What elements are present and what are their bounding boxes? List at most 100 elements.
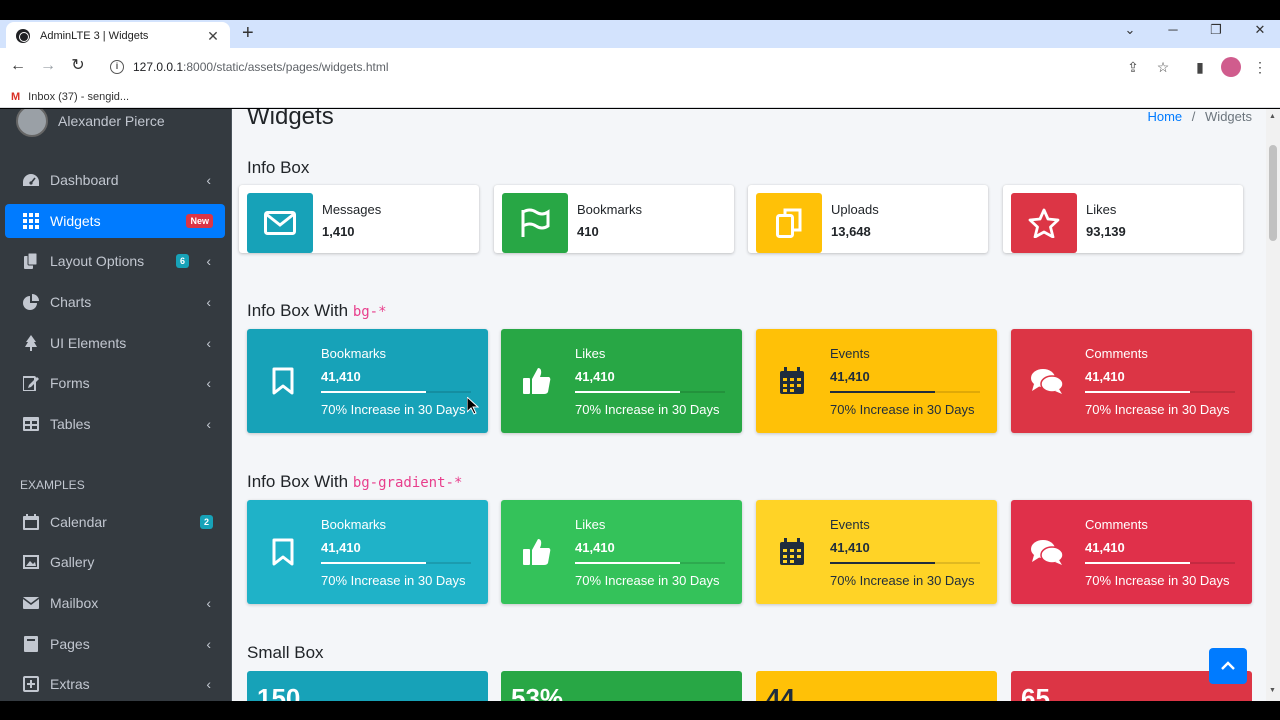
progress-bar xyxy=(575,562,725,564)
tachometer-icon xyxy=(21,172,41,188)
sidebar-item-forms[interactable]: Forms ‹ xyxy=(5,366,225,400)
top-black-bar xyxy=(0,0,1280,20)
info-box-colored: Bookmarks 41,410 70% Increase in 30 Days xyxy=(247,500,488,604)
forward-icon[interactable]: → xyxy=(38,56,58,76)
progress-description: 70% Increase in 30 Days xyxy=(575,573,720,588)
chevron-left-icon: ‹ xyxy=(206,416,211,432)
restore-icon[interactable]: ❐ xyxy=(1204,22,1228,38)
sidebar-item-label: Forms xyxy=(50,375,90,391)
comments-icon xyxy=(1011,329,1083,433)
info-box-text: Comments xyxy=(1085,517,1148,532)
info-box-text: Events xyxy=(830,346,870,361)
section-bg-code: bg-* xyxy=(352,304,387,320)
progress-fill xyxy=(321,562,426,564)
sidebar-item-extras[interactable]: Extras ‹ xyxy=(5,667,225,701)
info-box-colored: Likes 41,410 70% Increase in 30 Days xyxy=(501,329,742,433)
site-info-icon[interactable]: i xyxy=(110,60,124,74)
section-info-box-bg: Info Box With bg-* xyxy=(247,301,387,321)
small-box-value: 65 xyxy=(1021,683,1050,701)
scrollbar[interactable]: ▲ ▼ xyxy=(1266,109,1280,701)
mouse-cursor-icon xyxy=(467,397,479,415)
progress-fill xyxy=(575,562,680,564)
address-bar[interactable]: i 127.0.0.1:8000/static/assets/pages/wid… xyxy=(100,52,1180,82)
info-box-number: 410 xyxy=(577,224,599,239)
user-name: Alexander Pierce xyxy=(58,113,165,129)
user-panel[interactable]: Alexander Pierce xyxy=(16,109,165,137)
back-icon[interactable]: ← xyxy=(8,56,28,76)
progress-fill xyxy=(830,562,935,564)
bookmark-inbox[interactable]: Inbox (37) - sengid... xyxy=(28,91,129,103)
menu-icon[interactable]: ⋮ xyxy=(1251,58,1269,76)
sidebar-item-widgets[interactable]: Widgets New xyxy=(5,204,225,238)
sidebar-item-ui-elements[interactable]: UI Elements ‹ xyxy=(5,326,225,360)
side-panel-icon[interactable]: ▮ xyxy=(1191,58,1209,76)
sidebar-item-label: Dashboard xyxy=(50,172,119,188)
scroll-down-icon[interactable]: ▼ xyxy=(1269,687,1276,694)
sidebar-item-gallery[interactable]: Gallery xyxy=(5,545,225,579)
chevron-left-icon: ‹ xyxy=(206,335,211,351)
section-gradient-label: Info Box With xyxy=(247,472,353,491)
share-icon[interactable]: ⇪ xyxy=(1124,58,1142,76)
info-box-text: Events xyxy=(830,517,870,532)
chevron-left-icon: ‹ xyxy=(206,294,211,310)
info-box-text: Messages xyxy=(322,202,382,217)
sidebar-item-pages[interactable]: Pages ‹ xyxy=(5,627,225,661)
tree-icon xyxy=(21,335,41,351)
copy-icon xyxy=(756,193,822,253)
calendar-icon xyxy=(756,329,828,433)
progress-description: 70% Increase in 30 Days xyxy=(321,402,466,417)
copy-icon xyxy=(21,253,41,269)
reload-icon[interactable]: ↻ xyxy=(68,56,88,76)
sidebar-item-tables[interactable]: Tables ‹ xyxy=(5,407,225,441)
info-box-colored: Comments 41,410 70% Increase in 30 Days xyxy=(1011,329,1252,433)
page-title: Widgets xyxy=(247,109,334,130)
sidebar-item-charts[interactable]: Charts ‹ xyxy=(5,285,225,319)
scrollbar-thumb[interactable] xyxy=(1269,145,1277,241)
profile-avatar[interactable] xyxy=(1221,57,1241,77)
chevron-left-icon: ‹ xyxy=(206,375,211,391)
progress-fill xyxy=(830,391,935,393)
progress-fill xyxy=(1085,562,1190,564)
flag-icon xyxy=(502,193,568,253)
new-tab-button[interactable]: + xyxy=(242,23,254,43)
info-box-text: Likes xyxy=(575,517,606,532)
sidebar-item-label: Gallery xyxy=(50,554,95,570)
browser-tab[interactable]: AdminLTE 3 | Widgets ✕ xyxy=(6,22,230,50)
scroll-up-icon[interactable]: ▲ xyxy=(1269,113,1276,120)
close-window-icon[interactable]: ✕ xyxy=(1248,22,1272,38)
sidebar-item-mailbox[interactable]: Mailbox ‹ xyxy=(5,586,225,620)
star-icon xyxy=(1011,193,1077,253)
back-to-top-button[interactable] xyxy=(1209,648,1247,684)
nav-badge: 2 xyxy=(199,515,213,529)
progress-description: 70% Increase in 30 Days xyxy=(1085,402,1230,417)
sidebar-item-label: Mailbox xyxy=(50,595,99,611)
sidebar-item-dashboard[interactable]: Dashboard ‹ xyxy=(5,163,225,197)
info-box-text: Uploads xyxy=(831,202,879,217)
info-box-number: 41,410 xyxy=(575,540,615,555)
envelope-icon xyxy=(247,193,313,253)
tab-search-icon[interactable]: ⌄ xyxy=(1118,22,1142,38)
thumbs-up-icon xyxy=(501,500,573,604)
image-icon xyxy=(21,554,41,570)
minimize-icon[interactable]: ─ xyxy=(1161,22,1185,37)
bookmark-icon xyxy=(247,500,319,604)
info-box-text: Bookmarks xyxy=(321,346,387,361)
info-box-colored: Comments 41,410 70% Increase in 30 Days xyxy=(1011,500,1252,604)
breadcrumb-home[interactable]: Home xyxy=(1147,109,1182,124)
info-box-number: 41,410 xyxy=(830,369,870,384)
progress-description: 70% Increase in 30 Days xyxy=(575,402,720,417)
bookmark-icon xyxy=(247,329,319,433)
sidebar-item-calendar[interactable]: Calendar 2 xyxy=(5,505,225,539)
info-box: Uploads 13,648 xyxy=(748,185,988,253)
bottom-black-bar xyxy=(0,701,1280,720)
info-box-colored: Bookmarks 41,410 70% Increase in 30 Days xyxy=(247,329,488,433)
section-small-box: Small Box xyxy=(247,643,324,662)
info-box-number: 41,410 xyxy=(830,540,870,555)
close-tab-icon[interactable]: ✕ xyxy=(206,28,220,45)
progress-fill xyxy=(575,391,680,393)
progress-fill xyxy=(321,391,426,393)
sidebar-item-layout-options[interactable]: Layout Options 6 ‹ xyxy=(5,244,225,278)
bookmark-star-icon[interactable]: ☆ xyxy=(1154,58,1172,76)
small-box: 44 xyxy=(756,671,997,701)
chevron-left-icon: ‹ xyxy=(206,676,211,692)
